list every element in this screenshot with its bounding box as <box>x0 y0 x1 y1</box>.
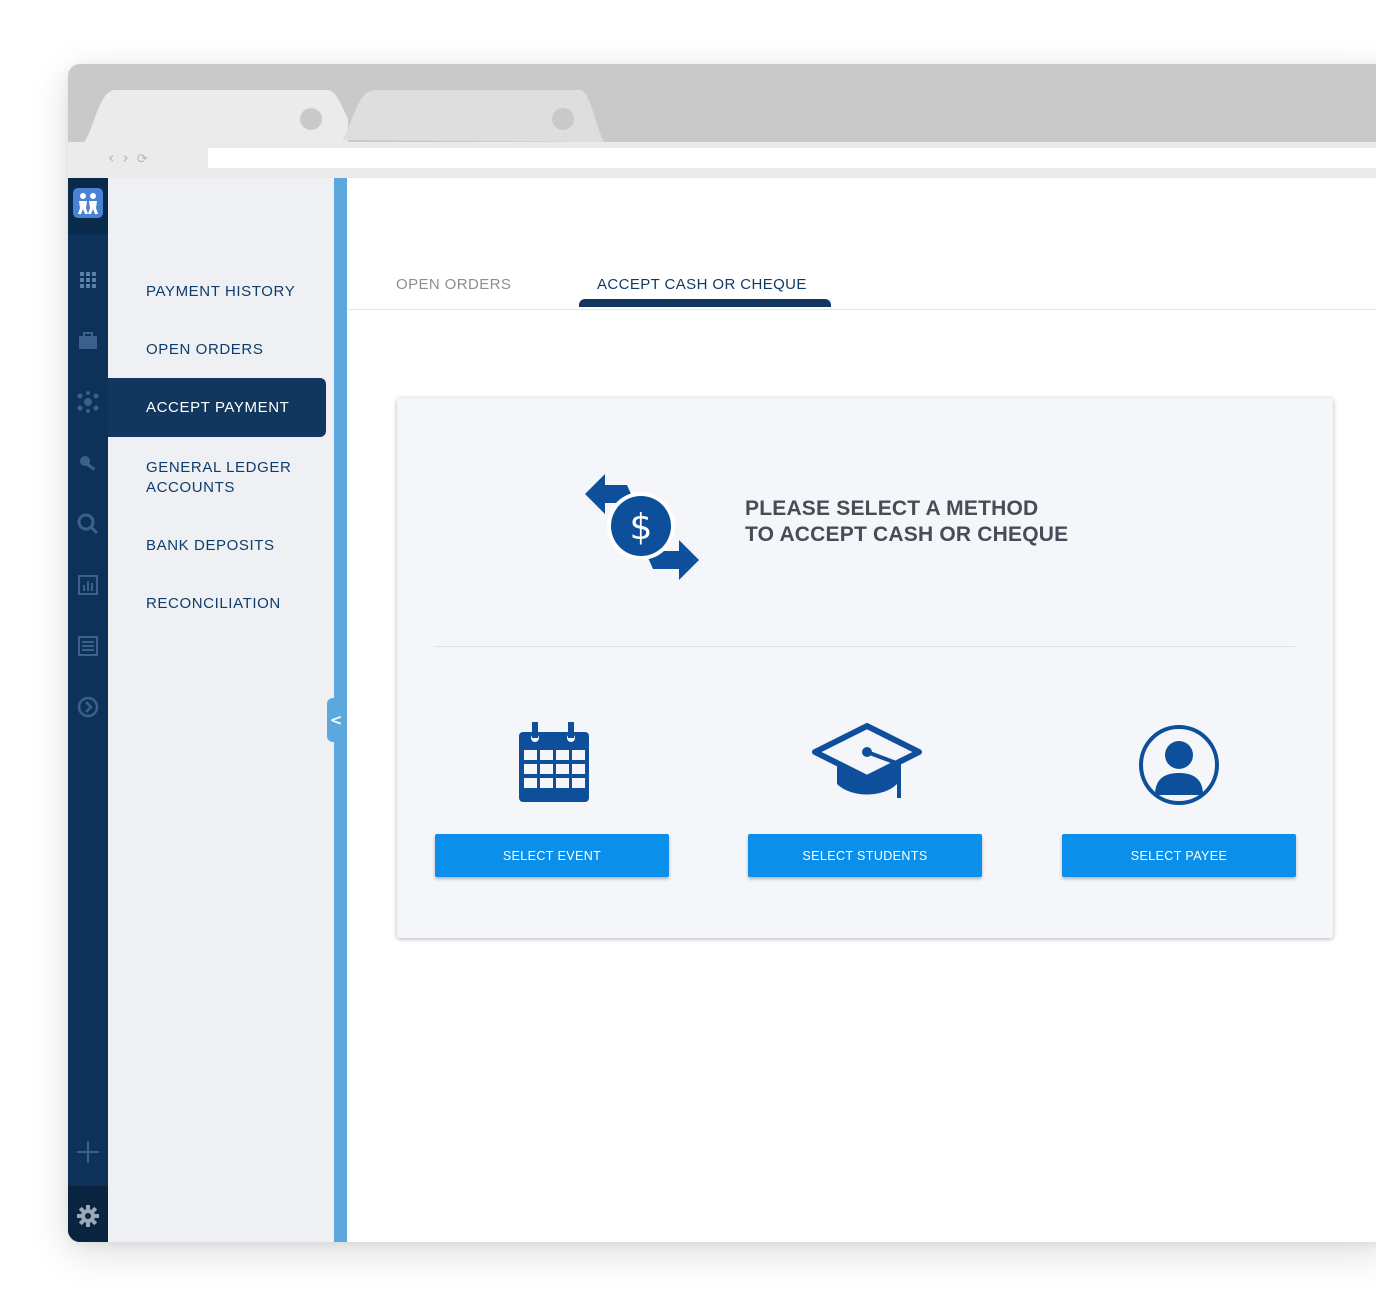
forward-icon[interactable]: › <box>122 148 136 167</box>
card-heading: PLEASE SELECT A METHOD TO ACCEPT CASH OR… <box>745 496 1145 548</box>
subnav-item-payment-history[interactable]: PAYMENT HISTORY <box>108 282 326 310</box>
list-icon[interactable] <box>74 632 102 660</box>
browser-nav-buttons: ‹›⟳ <box>108 148 156 167</box>
user-circle-icon <box>1139 725 1219 805</box>
subnav-item-accept-payment[interactable]: ACCEPT PAYMENT <box>108 378 326 437</box>
people-logo-icon <box>73 188 103 218</box>
subnav-item-reconciliation[interactable]: RECONCILIATION <box>108 594 326 622</box>
calendar-icon <box>519 722 589 802</box>
plus-icon[interactable] <box>74 1138 102 1166</box>
select-payee-button[interactable]: SELECT PAYEE <box>1062 834 1296 877</box>
payments-subnav: PAYMENT HISTORY OPEN ORDERS ACCEPT PAYME… <box>108 178 334 1242</box>
icon-rail <box>68 178 108 1242</box>
select-event-button[interactable]: SELECT EVENT <box>435 834 669 877</box>
subnav-item-bank-deposits[interactable]: BANK DEPOSITS <box>108 536 326 564</box>
select-students-button[interactable]: SELECT STUDENTS <box>748 834 982 877</box>
browser-tab-strip <box>68 64 1376 146</box>
url-field[interactable] <box>208 148 1376 168</box>
magnifier-icon[interactable] <box>74 510 102 538</box>
card-divider <box>435 646 1295 647</box>
grid-icon[interactable] <box>74 266 102 294</box>
tab-open-orders[interactable]: OPEN ORDERS <box>396 276 511 293</box>
graduation-cap-icon <box>812 723 922 798</box>
browser-window: ‹›⟳ PAYMENT HISTORY OPEN ORDERS ACCEPT P… <box>68 64 1376 1242</box>
back-icon[interactable]: ‹ <box>108 148 122 167</box>
main-content: OPEN ORDERS ACCEPT CASH OR CHEQUE $ PLEA… <box>347 178 1376 1242</box>
settings-button[interactable] <box>68 1186 108 1242</box>
reload-icon[interactable]: ⟳ <box>137 152 156 167</box>
page-tabs: OPEN ORDERS ACCEPT CASH OR CHEQUE <box>347 270 1376 310</box>
tab-close-icon[interactable] <box>552 108 574 130</box>
key-icon[interactable] <box>74 449 102 477</box>
dollar-exchange-icon: $ <box>585 474 699 580</box>
browser-tab-1[interactable] <box>78 88 348 146</box>
app-logo[interactable] <box>68 178 108 234</box>
heading-line-2: TO ACCEPT CASH OR CHEQUE <box>745 523 1069 546</box>
svg-text:$: $ <box>630 507 653 548</box>
active-tab-indicator <box>579 299 831 307</box>
browser-tab-2[interactable] <box>338 88 608 146</box>
subnav-item-open-orders[interactable]: OPEN ORDERS <box>108 340 326 368</box>
arrow-circle-icon[interactable] <box>74 693 102 721</box>
collapse-sidebar-button[interactable]: < <box>327 698 345 742</box>
heading-line-1: PLEASE SELECT A METHOD <box>745 497 1039 520</box>
method-selection-card: $ PLEASE SELECT A METHOD TO ACCEPT CASH … <box>397 398 1333 938</box>
bar-chart-icon[interactable] <box>74 571 102 599</box>
gear-icon <box>77 1205 99 1227</box>
briefcase-icon[interactable] <box>74 327 102 355</box>
tab-close-icon[interactable] <box>300 108 322 130</box>
network-icon[interactable] <box>74 388 102 416</box>
subnav-item-general-ledger-accounts[interactable]: GENERAL LEDGER ACCOUNTS <box>108 458 326 502</box>
tab-accept-cash-or-cheque[interactable]: ACCEPT CASH OR CHEQUE <box>597 276 807 293</box>
